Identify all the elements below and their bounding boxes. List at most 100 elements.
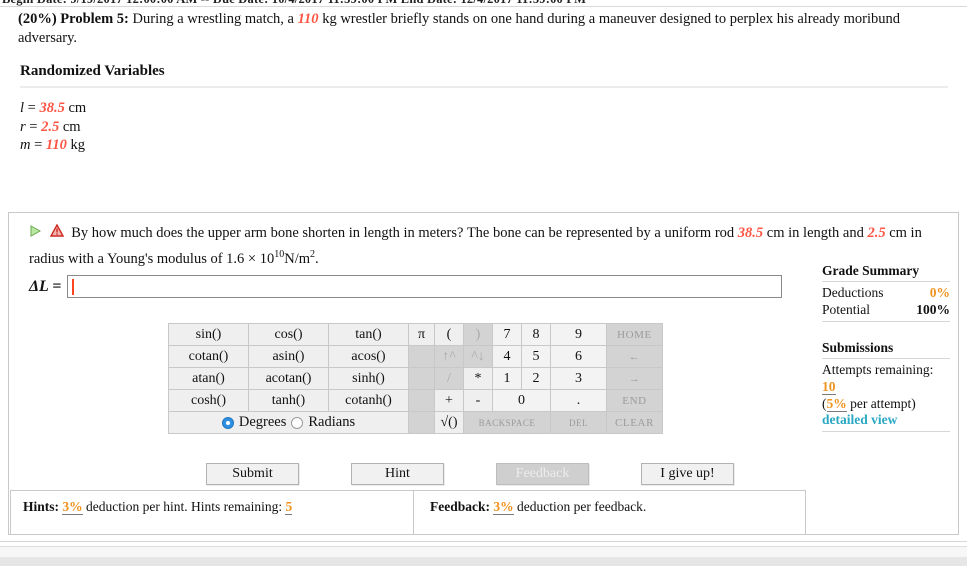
variable-unit: cm <box>62 118 81 135</box>
keypad-spacer <box>408 345 435 368</box>
keypad-key-cotan[interactable]: cotan() <box>168 345 249 368</box>
math-keypad: sin() cos() tan() π ( ) 7 8 9 HOME cotan… <box>168 323 663 434</box>
keypad-spacer <box>408 389 435 412</box>
variable-unit: cm <box>68 100 87 116</box>
variable-name: m <box>20 137 31 153</box>
deductions-value: 0% <box>929 285 950 300</box>
per-attempt-row: (5% per attempt) <box>822 395 950 412</box>
grade-summary-panel: Grade Summary Deductions 0% Potential 10… <box>822 263 950 432</box>
problem-statement: (20%) Problem 5: During a wrestling matc… <box>18 10 948 48</box>
keypad-key-divide[interactable]: / <box>434 367 464 390</box>
variable-equals: = <box>24 100 40 116</box>
keypad-key-arrow-left[interactable]: ← <box>606 345 663 368</box>
keypad-key-pi[interactable]: π <box>408 323 435 346</box>
play-triangle-icon[interactable] <box>29 223 42 244</box>
grade-summary-divider-2 <box>822 321 950 322</box>
keypad-key-0[interactable]: 0 <box>492 389 551 412</box>
keypad-key-cos[interactable]: cos() <box>248 323 329 346</box>
detailed-view-link[interactable]: detailed view <box>822 412 950 428</box>
keypad-key-8[interactable]: 8 <box>521 323 551 346</box>
keypad-key-rparen[interactable]: ) <box>463 323 493 346</box>
keypad-key-6[interactable]: 6 <box>550 345 607 368</box>
keypad-fn-row: Degrees Radians √() BACKSPACE DEL CLEAR <box>168 411 663 434</box>
keypad-key-minus[interactable]: - <box>463 389 493 412</box>
keypad-key-acos[interactable]: acos() <box>328 345 409 368</box>
hints-feedback-panel: Hints: 3% deduction per hint. Hints rema… <box>10 490 806 535</box>
keypad-key-cosh[interactable]: cosh() <box>168 389 249 412</box>
submissions-divider-2 <box>822 431 950 432</box>
keypad-key-1[interactable]: 1 <box>492 367 522 390</box>
answer-label: ΔL = <box>29 277 62 295</box>
give-up-button[interactable]: I give up! <box>641 463 734 485</box>
keypad-key-cotanh[interactable]: cotanh() <box>328 389 409 412</box>
hints-cell: Hints: 3% deduction per hint. Hints rema… <box>11 491 414 534</box>
keypad-fn-row: cotan() asin() acos() ↑^ ^↓ 4 5 6 ← <box>168 345 663 368</box>
keypad-fn-row: cosh() tanh() cotanh() + - 0 . END <box>168 389 663 412</box>
hints-percent: 3% <box>62 499 83 515</box>
keypad-key-5[interactable]: 5 <box>521 345 551 368</box>
variable-equals: = <box>25 118 42 135</box>
keypad-key-2[interactable]: 2 <box>521 367 551 390</box>
keypad-key-asin[interactable]: asin() <box>248 345 329 368</box>
question-text: By how much does the upper arm bone shor… <box>29 223 949 270</box>
problem-part-panel: By how much does the upper arm bone shor… <box>8 212 959 535</box>
hints-label: Hints: <box>23 499 60 514</box>
keypad-key-end[interactable]: END <box>606 389 663 412</box>
keypad-key-sinh[interactable]: sinh() <box>328 367 409 390</box>
keypad-key-3[interactable]: 3 <box>550 367 607 390</box>
randomized-variables-heading: Randomized Variables <box>20 63 165 79</box>
variable-equals: = <box>30 137 46 153</box>
keypad-key-power-down[interactable]: ^↓ <box>463 345 493 368</box>
keypad-key-9[interactable]: 9 <box>550 323 607 346</box>
per-attempt-text: per attempt) <box>846 396 916 411</box>
keypad-key-multiply[interactable]: * <box>463 367 493 390</box>
attempts-label: Attempts remaining: <box>822 362 934 377</box>
keypad-key-backspace[interactable]: BACKSPACE <box>463 411 551 434</box>
keypad-key-del[interactable]: DEL <box>550 411 607 434</box>
keypad-key-arrow-right[interactable]: → <box>606 367 663 390</box>
keypad-key-power-up[interactable]: ↑^ <box>434 345 464 368</box>
radio-radians[interactable] <box>291 416 304 429</box>
window-bottom-bar <box>0 557 967 566</box>
keypad-key-home[interactable]: HOME <box>606 323 663 346</box>
question-part-5: . <box>315 251 319 267</box>
potential-value: 100% <box>916 302 950 317</box>
attempts-value: 10 <box>822 379 836 395</box>
keypad-key-lparen[interactable]: ( <box>434 323 464 346</box>
hints-remaining: 5 <box>285 499 293 515</box>
warning-triangle-icon <box>49 223 64 244</box>
keypad-key-tan[interactable]: tan() <box>328 323 409 346</box>
keypad-spacer <box>408 367 435 390</box>
deductions-row: Deductions 0% <box>822 284 950 301</box>
problem-percent: (20%) <box>18 11 57 27</box>
radio-radians-label[interactable]: Radians <box>308 414 355 431</box>
keypad-key-acotan[interactable]: acotan() <box>248 367 329 390</box>
attempts-row: Attempts remaining: 10 <box>822 361 950 395</box>
keypad-key-sin[interactable]: sin() <box>168 323 249 346</box>
keypad-key-plus[interactable]: + <box>434 389 464 412</box>
variable-unit: kg <box>70 137 86 153</box>
page-bottom-strip <box>0 546 967 557</box>
feedback-button: Feedback <box>496 463 589 485</box>
submit-button[interactable]: Submit <box>206 463 299 485</box>
hint-button[interactable]: Hint <box>351 463 444 485</box>
keypad-key-7[interactable]: 7 <box>492 323 522 346</box>
keypad-key-sqrt[interactable]: √() <box>434 411 464 434</box>
action-button-row: Submit Hint Feedback I give up! <box>206 463 734 485</box>
keypad-key-atan[interactable]: atan() <box>168 367 249 390</box>
submissions-divider <box>822 358 950 359</box>
feedback-text: deduction per feedback. <box>517 499 647 514</box>
keypad-key-tanh[interactable]: tanh() <box>248 389 329 412</box>
question-part-1: By how much does the upper arm bone shor… <box>71 225 735 241</box>
submissions-heading: Submissions <box>822 340 894 355</box>
keypad-key-4[interactable]: 4 <box>492 345 522 368</box>
answer-input[interactable] <box>67 275 783 298</box>
radio-degrees[interactable] <box>221 416 234 429</box>
keypad-key-clear[interactable]: CLEAR <box>606 411 663 434</box>
keypad-key-decimal[interactable]: . <box>550 389 607 412</box>
problem-text-1: During a wrestling match, a <box>132 11 294 27</box>
variable-row: r = 2.5 cm <box>20 118 86 137</box>
header-divider <box>0 6 967 7</box>
radio-degrees-label[interactable]: Degrees <box>239 414 287 431</box>
feedback-cell: Feedback: 3% deduction per feedback. <box>414 491 805 534</box>
